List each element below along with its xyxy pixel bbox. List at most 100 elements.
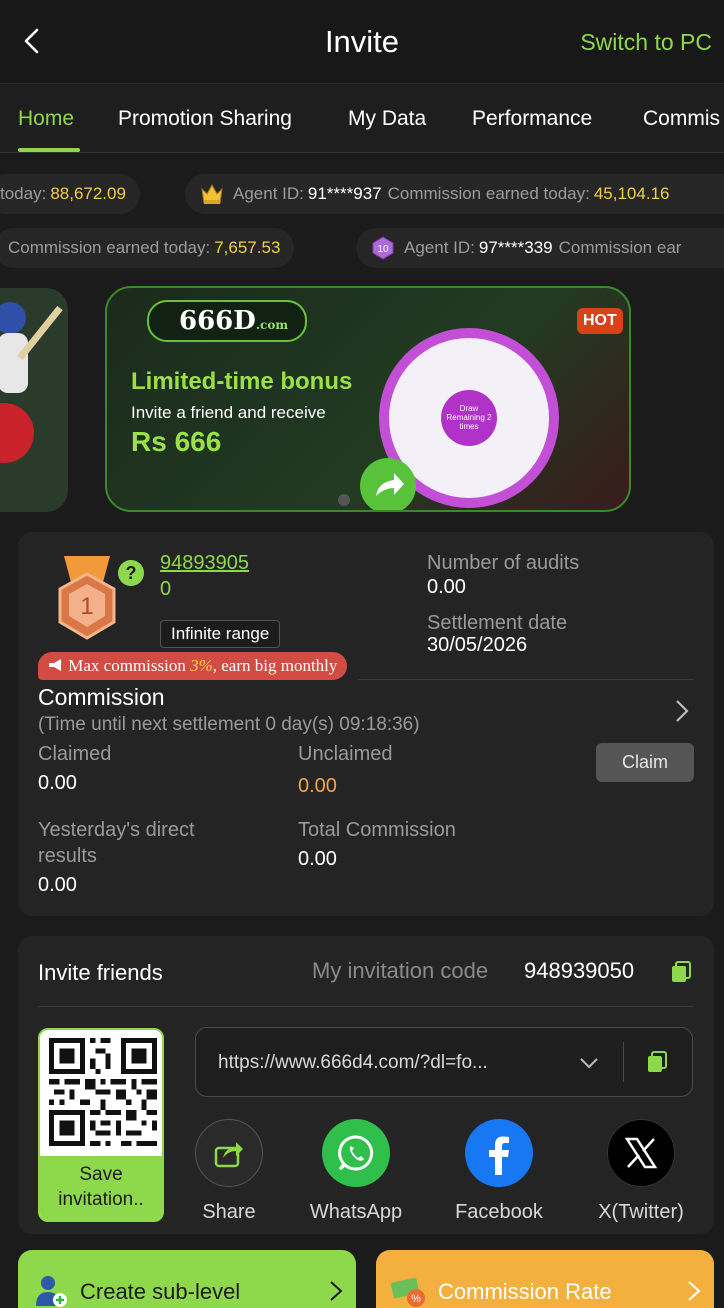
wheel-draw-label: Draw [459,404,479,413]
promo-text: , earn big monthly [212,656,338,675]
save-invitation-label: Save [79,1164,123,1185]
commission-rate-button[interactable]: % Commission Rate [376,1250,714,1308]
save-invitation-button[interactable]: Save invitation.. [40,1156,162,1220]
agent-id[interactable]: 94893905 [160,552,249,575]
tab-my-data[interactable]: My Data [348,107,426,131]
copy-code-icon[interactable] [669,960,693,984]
commission-ticker-item: 10 Agent ID: 97****339 Commission ear [356,228,724,268]
ticker-label: today: [0,184,47,203]
ticker-agent-id: 97****339 [478,238,553,257]
megaphone-icon [49,659,61,671]
wheel-remaining-label: Remaining 2 times [446,413,492,431]
ticker-label: Agent ID: [404,238,475,257]
whatsapp-icon [322,1119,390,1187]
range-tag: Infinite range [160,620,281,648]
banner-headline: Limited-time bonus [131,368,353,395]
ticker-value: 45,104.16 [593,184,670,203]
hot-badge: HOT [577,308,623,334]
invitation-link-text: https://www.666d4.com/?dl=fo... [218,1052,488,1073]
commission-rate-label: Commission Rate [438,1279,612,1304]
ticker-label: Agent ID: [233,184,304,203]
unclaimed-label: Unclaimed [298,743,393,765]
active-tab-indicator [18,148,80,152]
banner-subline: Invite a friend and receive [131,403,326,422]
x-twitter-share-button[interactable]: X(Twitter) [584,1119,698,1224]
back-arrow-icon[interactable] [18,26,48,56]
level-medal-icon: 1 [58,556,116,640]
total-commission-value: 0.00 [298,848,337,870]
level-number: 1 [80,593,93,620]
divider [38,1006,694,1007]
brand-logo-text: 666D [179,306,256,336]
settlement-label: Settlement date [427,612,568,634]
invite-title: Invite friends [38,960,163,985]
promo-text: Max commission [68,656,191,675]
divider [358,679,694,680]
brand-logo: 666D.com [147,300,307,342]
yesterday-label-line2: results [38,845,97,867]
promo-banner-slide[interactable]: 666D.com Limited-time bonus Invite a fri… [105,286,631,512]
commission-ticker-item: Agent ID: 91****937 Commission earned to… [185,174,724,214]
tab-home[interactable]: Home [18,107,74,131]
tab-performance[interactable]: Performance [472,107,592,131]
qr-code-card[interactable]: Save invitation.. [38,1028,164,1222]
previous-banner-slide[interactable] [0,288,68,512]
help-icon[interactable]: ? [118,560,144,586]
chevron-right-icon [330,1281,343,1301]
unclaimed-value: 0.00 [298,775,337,797]
audits-value: 0.00 [427,576,466,598]
chevron-right-icon [688,1281,701,1301]
create-sub-level-button[interactable]: Create sub-level [18,1250,356,1308]
share-button[interactable]: Share [188,1119,270,1224]
invitation-code-label: My invitation code [312,958,489,983]
settlement-value: 30/05/2026 [427,634,528,656]
switch-to-pc-link[interactable]: Switch to PC [580,29,712,56]
qr-code-image [49,1038,157,1146]
svg-text:10: 10 [377,244,389,255]
money-percent-icon: % [390,1277,425,1307]
banner-share-icon [360,458,416,510]
facebook-label: Facebook [455,1201,543,1223]
ticker-value: 88,672.09 [50,184,126,203]
carousel-dot[interactable] [338,494,350,506]
svg-text:%: % [411,1293,421,1305]
yesterday-value: 0.00 [38,874,77,896]
settlement-timer: (Time until next settlement 0 day(s) 09:… [38,714,420,735]
ticker-label: Commission ear [558,238,682,257]
banner-amount: Rs 666 [131,426,222,457]
brand-logo-suffix: .com [255,318,289,332]
commission-ticker-item: Commission earned today: 7,657.53 [0,228,295,268]
invite-friends-card: Invite friends My invitation code 948939… [18,936,714,1234]
share-icon [195,1119,263,1187]
invitation-code-value: 948939050 [524,958,635,983]
agent-sub-value: 0 [160,578,172,600]
whatsapp-share-button[interactable]: WhatsApp [302,1119,410,1224]
facebook-share-button[interactable]: Facebook [444,1119,554,1224]
ticker-label: Commission earned today: [387,184,590,203]
ticker-value: 7,657.53 [214,238,281,257]
commission-ticker-item: today: 88,672.09 [0,174,140,214]
claimed-label: Claimed [38,743,112,765]
facebook-icon [465,1119,533,1187]
tab-commission[interactable]: Commis [643,107,720,131]
create-sub-level-label: Create sub-level [80,1279,241,1304]
total-commission-label: Total Commission [298,819,456,841]
share-label: Share [202,1201,256,1223]
cricket-player-image [0,302,63,463]
claimed-value: 0.00 [38,772,77,794]
tab-promotion-sharing[interactable]: Promotion Sharing [118,107,292,131]
crown-badge-icon [201,183,223,204]
invitation-link-field[interactable]: https://www.666d4.com/?dl=fo... [195,1027,693,1097]
x-twitter-icon [607,1119,675,1187]
chevron-right-icon[interactable] [672,698,692,724]
promo-highlight: 3% [190,656,213,675]
copy-link-icon[interactable] [645,1050,669,1074]
ticker-label: Commission earned today: [8,238,211,257]
chevron-down-icon[interactable] [578,1052,600,1074]
agent-summary-card: 1 ? 94893905 0 Infinite range Number of … [18,532,714,916]
tab-bar: Home Promotion Sharing My Data Performan… [0,85,724,153]
max-commission-banner: Max commission 3%, earn big monthly [38,652,348,680]
add-user-icon [36,1276,67,1307]
divider [623,1042,624,1082]
claim-button[interactable]: Claim [596,743,694,782]
